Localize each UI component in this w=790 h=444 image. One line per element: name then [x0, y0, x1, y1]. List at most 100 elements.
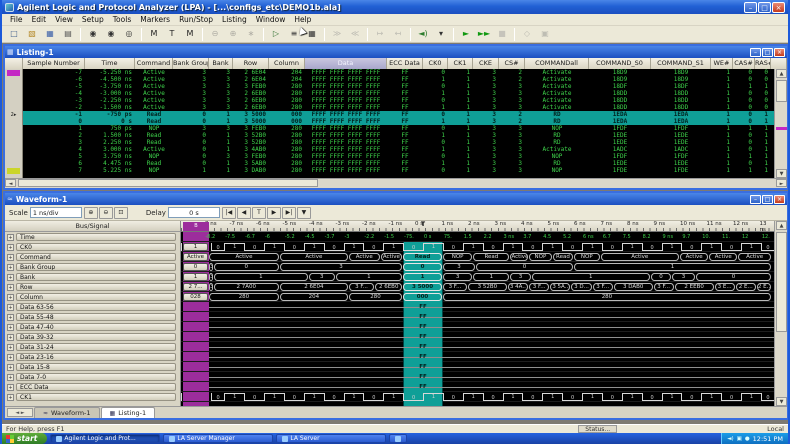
tab-listing1[interactable]: ▦ Listing-1 — [100, 407, 156, 418]
task-button-icon-only[interactable] — [389, 434, 408, 443]
column-header-data[interactable]: Data — [305, 58, 387, 69]
menu-item-window[interactable]: Window — [252, 15, 290, 24]
menu-item-tools[interactable]: Tools — [109, 15, 135, 24]
signal-label-data-31-24[interactable]: Data 31-24 — [16, 343, 176, 351]
signal-label-data-63-56[interactable]: Data 63-56 — [16, 303, 176, 311]
waveform-vertical-scrollbar[interactable]: ▲ ▼ — [774, 221, 787, 406]
tab-scroll-buttons[interactable]: ◄ ► — [7, 408, 33, 417]
goto-trigger-button[interactable]: T — [251, 206, 266, 219]
delay-input[interactable]: 0 s — [167, 207, 220, 218]
listing-hscroll-thumb[interactable] — [18, 179, 318, 187]
scale-input[interactable]: 1 ns/div — [29, 207, 82, 218]
signal-label-bank[interactable]: Bank — [16, 273, 176, 281]
signal-trace-ck1[interactable]: 0 1 0 1 0 1 0 1 0 1 0 1 0 1 0 1 0 1 0 1 0 1 0 1 0 1 0 1 0 — [181, 392, 774, 402]
waveform-title-bar[interactable]: ≈ Waveform-1 – □ × — [5, 193, 787, 205]
wave-scroll-up-icon[interactable]: ▲ — [776, 221, 787, 230]
expand-icon[interactable]: + — [7, 293, 14, 301]
listing-vertical-scrollbar[interactable]: ▲ ▼ — [774, 69, 787, 178]
wave-scroll-down-icon[interactable]: ▼ — [776, 397, 787, 406]
open-file-button[interactable]: ▧ — [24, 27, 40, 41]
sound-dropdown-button[interactable]: ▾ — [433, 27, 449, 41]
overview-button[interactable]: ▷ — [268, 27, 284, 41]
column-header-time[interactable]: Time — [85, 58, 135, 69]
signal-label-data-39-32[interactable]: Data 39-32 — [16, 333, 176, 341]
status-button[interactable]: Status... — [578, 425, 618, 433]
expand-icon[interactable]: + — [7, 283, 14, 291]
column-header-bank[interactable]: Bank — [209, 58, 233, 69]
signal-trace-bank-group[interactable]: 03030301 — [181, 262, 774, 272]
sound-button[interactable]: ◄) — [415, 27, 431, 41]
column-header-cs[interactable]: CS# — [499, 58, 525, 69]
column-header-we[interactable]: WE# — [711, 58, 733, 69]
scroll-up-arrow-icon[interactable]: ▲ — [776, 69, 787, 78]
run-repetitive-button[interactable]: ►► — [476, 27, 492, 41]
column-header-commandall[interactable]: COMMANDall — [525, 58, 589, 69]
menu-item-listing[interactable]: Listing — [218, 15, 251, 24]
menu-item-edit[interactable]: Edit — [28, 15, 51, 24]
expand-icon[interactable]: + — [7, 233, 14, 241]
signal-label-row[interactable]: Row — [16, 283, 176, 291]
signal-trace-data-39-32[interactable]: FF — [181, 332, 774, 342]
task-button-laserver[interactable]: LA Server — [276, 434, 387, 443]
menu-item-view[interactable]: View — [51, 15, 77, 24]
waveform-scroll-thumb[interactable] — [776, 232, 787, 332]
new-file-button[interactable]: □ — [6, 27, 22, 41]
table-row[interactable]: -6 -4.500 ns Active 3 3 2 6E04 204 FFFF FFFF FF… — [23, 76, 774, 83]
signal-label-ck0[interactable]: CK0 — [16, 243, 176, 251]
expand-icon[interactable]: + — [7, 303, 14, 311]
expand-icon[interactable]: + — [7, 313, 14, 321]
signal-trace-data-7-0[interactable]: FF — [181, 372, 774, 382]
signal-trace-time[interactable]: -8.2 -7.5 -6.7 -6 -5.2 -4.5 -3.7 -3 -2.2 -1.5 -75.… — [181, 232, 774, 242]
agilent-tray-icon[interactable]: ● — [745, 436, 750, 442]
column-header-commands0[interactable]: COMMAND_S0 — [589, 58, 651, 69]
expand-icon[interactable]: + — [7, 363, 14, 371]
signal-trace-bank[interactable]: 1313113131030 — [181, 272, 774, 282]
table-row[interactable]: 0 0 s Read 0 1 3 5000 000 FFFF FFFF FFFF FFFF FF… — [23, 118, 774, 125]
print-button[interactable]: ▤ — [60, 27, 76, 41]
task-button-laservermanager[interactable]: LA Server Manager — [163, 434, 274, 443]
menu-item-markers[interactable]: Markers — [136, 15, 174, 24]
scroll-left-arrow-icon[interactable]: ◄ — [5, 179, 16, 187]
listing-title-bar[interactable]: ▦ Listing-1 – □ × — [5, 46, 787, 58]
table-row[interactable]: 2 1.500 ns Read 0 1 3 52B0 280 FFFF FFFF FFFF F… — [23, 132, 774, 139]
listing-horizontal-scrollbar[interactable]: ◄ ► — [5, 178, 787, 188]
pan-right-button[interactable]: ▶ — [266, 206, 281, 219]
signal-trace-data-31-24[interactable]: FF — [181, 342, 774, 352]
expand-icon[interactable]: + — [7, 333, 14, 341]
prev-marker-button[interactable]: M — [146, 27, 162, 41]
save-button[interactable]: ▦ — [42, 27, 58, 41]
menu-item-setup[interactable]: Setup — [78, 15, 108, 24]
scroll-right-arrow-icon[interactable]: ► — [776, 179, 787, 187]
listing-rows[interactable]: -7 -5.250 ns Active 3 3 2 6E04 204 FFFF FFFF FF… — [23, 69, 774, 178]
signal-label-time[interactable]: Time — [16, 233, 176, 241]
signal-label-column[interactable]: Column — [16, 293, 176, 301]
expand-icon[interactable]: + — [7, 323, 14, 331]
find-prev-button[interactable]: ◎ — [121, 27, 137, 41]
table-row[interactable]: -7 -5.250 ns Active 3 3 2 6E04 204 FFFF FFFF FF… — [23, 69, 774, 76]
scale-fit-button[interactable]: ⊡ — [113, 206, 128, 219]
signal-trace-data-15-8[interactable]: FF — [181, 362, 774, 372]
column-header-commands1[interactable]: COMMAND_S1 — [651, 58, 711, 69]
signal-label-bank-group[interactable]: Bank Group — [16, 263, 176, 271]
column-header-command[interactable]: Command — [135, 58, 173, 69]
column-header-ras[interactable]: RAS# — [755, 58, 771, 69]
table-row[interactable]: -1 -750 ps Read 0 1 3 5000 000 FFFF FFFF FFFF F… — [23, 111, 774, 118]
column-header-samplenumber[interactable]: Sample Number — [23, 58, 85, 69]
signal-trace-data-47-40[interactable]: FF — [181, 322, 774, 332]
next-marker-button[interactable]: M — [182, 27, 198, 41]
expand-icon[interactable]: + — [7, 273, 14, 281]
table-row[interactable]: 5 3.750 ns NOP 0 3 3 FEB0 280 FFFF FFFF FFFF FF… — [23, 153, 774, 160]
start-button[interactable]: start — [2, 433, 48, 444]
table-row[interactable]: -3 -2.250 ns Active 3 3 2 6EB0 280 FFFF FFFF FF… — [23, 97, 774, 104]
signal-label-command[interactable]: Command — [16, 253, 176, 261]
signal-label-data-55-48[interactable]: Data 55-48 — [16, 313, 176, 321]
listing-scroll-thumb[interactable] — [776, 80, 787, 102]
signal-trace-ecc-data[interactable]: FF — [181, 382, 774, 392]
column-header-ck1[interactable]: CK1 — [448, 58, 473, 69]
table-row[interactable]: 7 5.225 ns NOP 1 1 3 DAB0 280 FFFF FFFF FFFF FF… — [23, 167, 774, 174]
column-header-eccdata[interactable]: ECC Data — [387, 58, 423, 69]
expand-icon[interactable]: + — [7, 383, 14, 391]
table-row[interactable]: 3 2.250 ns Read 0 1 3 52B0 280 FFFF FFFF FFFF F… — [23, 139, 774, 146]
table-row[interactable]: -5 -3.750 ns Active 3 3 3 FEB0 280 FFFF FFFF FF… — [23, 83, 774, 90]
goto-trigger-button[interactable]: T — [164, 27, 180, 41]
